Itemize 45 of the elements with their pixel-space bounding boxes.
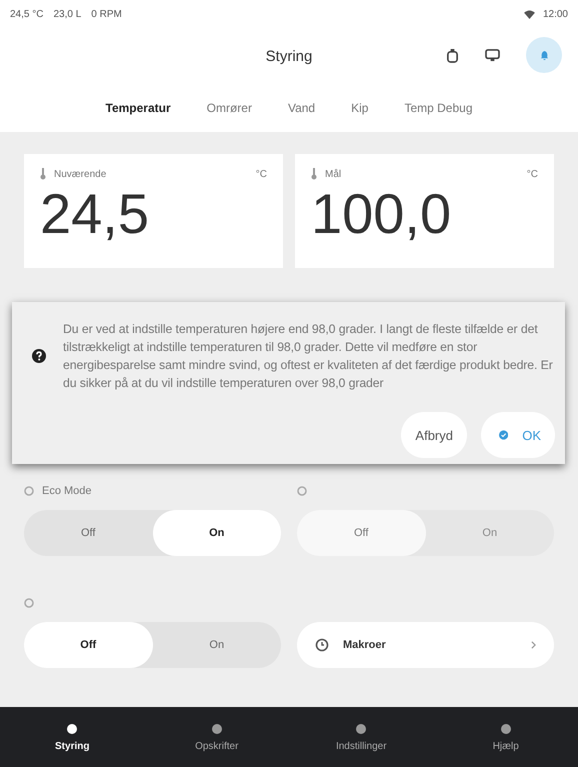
segment-option[interactable]: Off (24, 510, 152, 556)
dialog-message: Du er ved at indstille temperaturen højere end 98,0 grader. I langt de fleste tilfælde er det tilstrækkeligt at indstille temperaturen til 98,0 grader. Dette vil medføre en stor energibesparelse samt mindre svind, og oftest er kvaliteten af det færdige produkt bedre. Er du sikker på at du vil indstille temperaturen over 98,0 grader (63, 321, 554, 392)
status-time: 12:00 (542, 8, 568, 20)
temperature-value: 100,0 (311, 186, 452, 242)
tab[interactable]: Omrører (206, 101, 252, 115)
card-label: Mål (325, 168, 342, 180)
thermometer-icon (40, 168, 46, 180)
notification-button[interactable] (526, 37, 562, 73)
check-circle-icon (499, 428, 508, 442)
nav-item[interactable]: Opskrifter (144, 707, 289, 767)
segment-option[interactable]: On (152, 510, 281, 556)
temperature-value: 24,5 (40, 186, 150, 242)
segmented-control[interactable]: Off On (24, 622, 281, 668)
unit-label: °C (256, 168, 267, 180)
bag-icon[interactable] (446, 48, 459, 62)
status-reading: 23,0 L (53, 8, 82, 20)
toggle-label: Eco Mode (42, 485, 92, 497)
thermometer-icon (311, 168, 317, 180)
status-reading: 24,5 °C (10, 8, 44, 20)
wifi-icon (524, 10, 535, 18)
status-reading: 0 RPM (91, 8, 122, 20)
card-label: Nuværende (54, 168, 108, 180)
question-icon (32, 349, 46, 363)
bell-icon (540, 50, 548, 60)
tab[interactable]: Vand (288, 101, 316, 115)
unit-label: °C (526, 168, 538, 180)
nav-icon (500, 722, 512, 734)
dialog-button[interactable]: Afbryd (401, 412, 467, 458)
nav-icon (66, 722, 78, 734)
segment-option[interactable]: On (152, 622, 281, 668)
tab[interactable]: Kip (351, 101, 368, 115)
nav-item[interactable]: Hjælp (434, 707, 578, 767)
nav-item[interactable]: Styring (0, 707, 144, 767)
macro-button[interactable]: Makroer (297, 622, 554, 668)
tab[interactable]: Temp Debug (404, 101, 472, 115)
nav-icon (210, 722, 223, 734)
app-title: Styring (266, 48, 312, 64)
chevron-right-icon (531, 641, 536, 649)
segment-option[interactable]: Off (24, 622, 152, 668)
nav-item[interactable]: Indstillinger (289, 707, 434, 767)
nav-icon (355, 722, 368, 734)
monitor-icon[interactable] (485, 48, 500, 62)
segmented-control[interactable]: Off On (24, 510, 281, 556)
clock-icon (315, 638, 329, 652)
tab[interactable]: Temperatur (106, 101, 171, 115)
